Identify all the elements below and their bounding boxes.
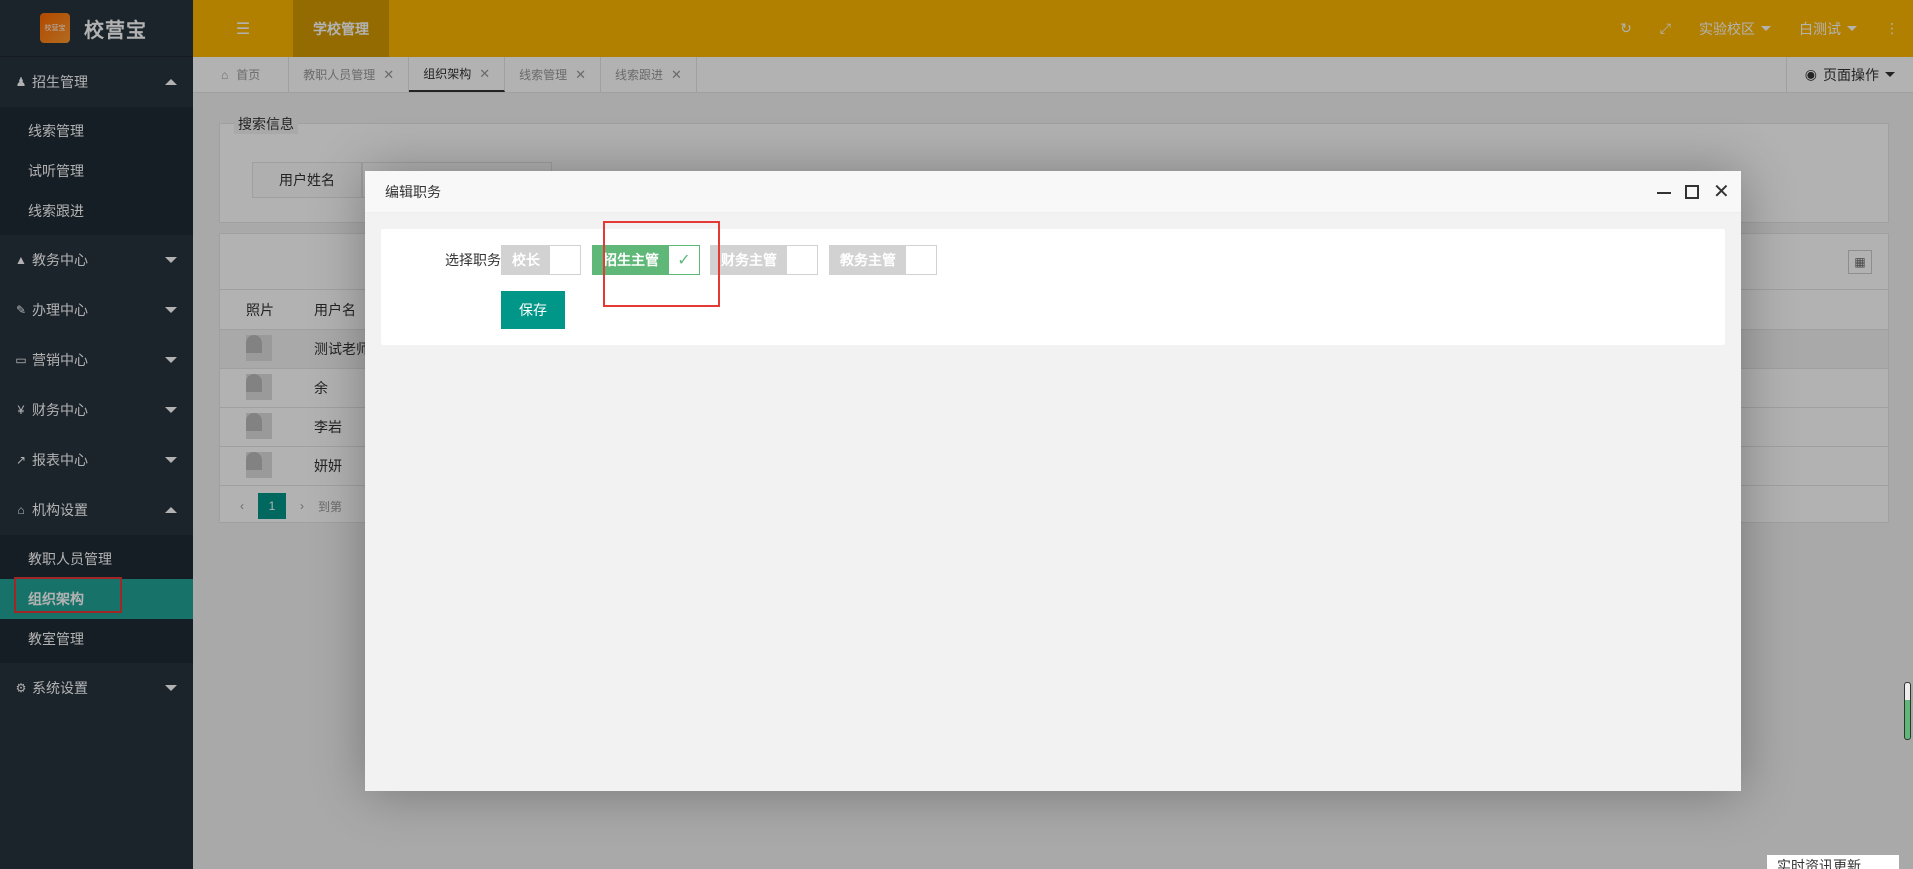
minimize-icon[interactable]: [1657, 185, 1671, 199]
edit-role-dialog: 编辑职务 ✕ 选择职务 校长 招生主管 ✓ 财务主管 教务主管 保存: [365, 171, 1741, 791]
save-button[interactable]: 保存: [501, 291, 565, 329]
role-checkbox-finance-lead[interactable]: 财务主管: [710, 245, 818, 275]
dialog-controls: ✕: [1657, 171, 1730, 213]
role-row-label: 选择职务: [445, 252, 501, 268]
scroll-indicator[interactable]: [1904, 682, 1911, 740]
check-box: [906, 246, 936, 274]
role-label: 教务主管: [830, 246, 906, 274]
check-box: [787, 246, 817, 274]
dialog-title: 编辑职务: [385, 183, 441, 200]
highlight-box: [603, 221, 720, 307]
news-ticker[interactable]: 实时资讯更新: [1767, 855, 1899, 869]
dialog-titlebar: 编辑职务 ✕: [365, 171, 1741, 213]
role-checkbox-academic-lead[interactable]: 教务主管: [829, 245, 937, 275]
role-label: 校长: [502, 246, 550, 274]
dialog-form: 选择职务 校长 招生主管 ✓ 财务主管 教务主管 保存: [381, 221, 1725, 345]
role-checkbox-principal[interactable]: 校长: [501, 245, 581, 275]
maximize-icon[interactable]: [1685, 185, 1699, 199]
check-box: [550, 246, 580, 274]
role-label: 财务主管: [711, 246, 787, 274]
close-icon[interactable]: ✕: [1713, 182, 1730, 202]
app-root: 校营宝 校营宝 ♟ 招生管理 线索管理 试听管理 线索跟进 ▲ 教务中心 ✎ 办理中心…: [0, 0, 1913, 869]
